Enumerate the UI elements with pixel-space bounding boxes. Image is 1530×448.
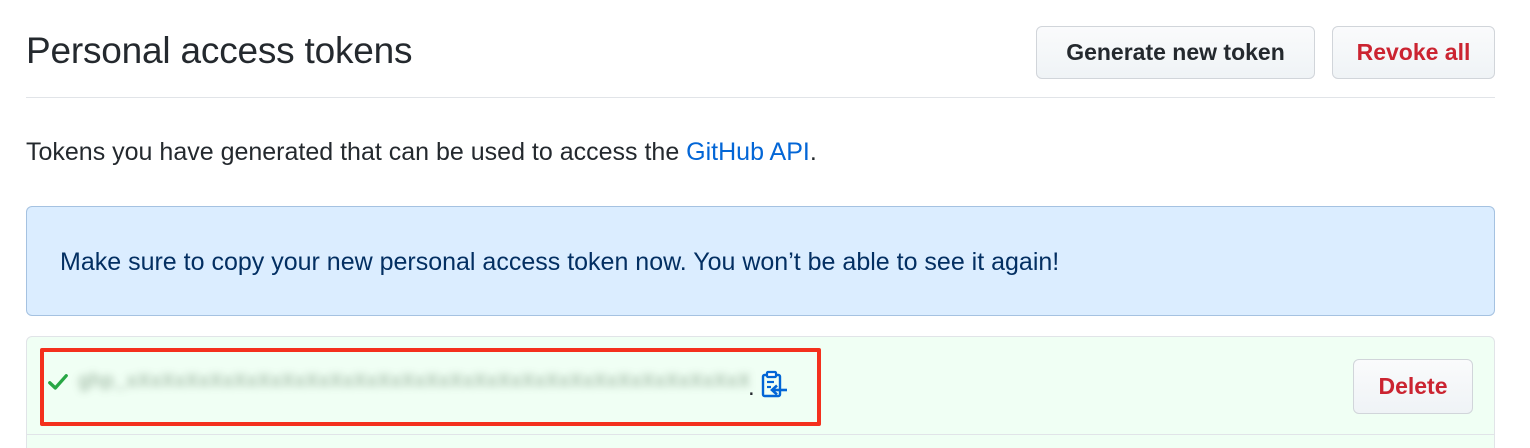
clipboard-icon[interactable] bbox=[758, 369, 790, 401]
divider bbox=[27, 434, 1494, 435]
page-title: Personal access tokens bbox=[26, 30, 413, 71]
description-period: . bbox=[809, 138, 817, 166]
tokens-description: Tokens you have generated that can be us… bbox=[26, 138, 817, 167]
copy-token-notice-text: Make sure to copy your new personal acce… bbox=[60, 248, 1060, 276]
description-text: Tokens you have generated that can be us… bbox=[26, 138, 687, 166]
token-value[interactable]: ghp_xXxXxXxXxXxXxXxXxXxXxXxXxXxXxXxXxXxX… bbox=[78, 366, 754, 400]
page: Personal access tokens Generate new toke… bbox=[0, 0, 1530, 448]
github-api-link[interactable]: GitHub API bbox=[686, 138, 810, 166]
token-end-dot: . bbox=[748, 374, 755, 401]
check-icon bbox=[48, 374, 68, 390]
copy-token-notice: Make sure to copy your new personal acce… bbox=[26, 206, 1495, 316]
page-header: Personal access tokens Generate new toke… bbox=[26, 22, 1495, 98]
revoke-all-button[interactable]: Revoke all bbox=[1332, 26, 1495, 79]
generate-new-token-button[interactable]: Generate new token bbox=[1036, 26, 1315, 79]
delete-token-button[interactable]: Delete bbox=[1353, 359, 1473, 414]
